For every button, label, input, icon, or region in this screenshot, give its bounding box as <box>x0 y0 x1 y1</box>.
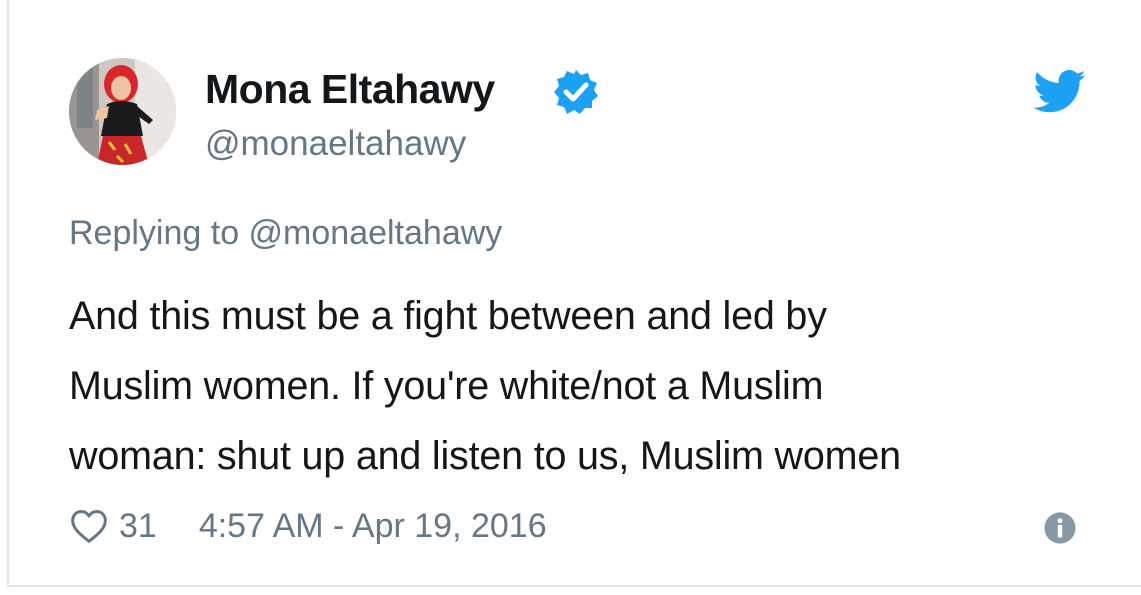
tweet-text-line: And this must be a fight between and led… <box>69 294 827 338</box>
author-handle[interactable]: @monaeltahawy <box>205 122 466 166</box>
tweet-text-line: woman: shut up and listen to us, Muslim … <box>69 434 901 478</box>
tweet-text: And this must be a fight between and led… <box>69 281 1119 491</box>
info-icon[interactable] <box>1043 511 1077 545</box>
twitter-bird-icon[interactable] <box>1033 70 1087 114</box>
verified-badge-icon <box>554 70 598 114</box>
tweet-timestamp[interactable]: 4:57 AM - Apr 19, 2016 <box>199 507 547 546</box>
heart-icon[interactable] <box>69 506 109 546</box>
tweet-card: Mona Eltahawy @monaeltahawy Replying to … <box>7 0 1141 587</box>
reply-context[interactable]: Replying to @monaeltahawy <box>69 212 502 254</box>
author-name[interactable]: Mona Eltahawy <box>205 64 495 114</box>
tweet-text-line: Muslim women. If you're white/not a Musl… <box>69 364 824 408</box>
avatar[interactable] <box>69 58 176 165</box>
like-count[interactable]: 31 <box>119 507 157 546</box>
tweet-footer: 31 4:57 AM - Apr 19, 2016 <box>69 503 547 549</box>
